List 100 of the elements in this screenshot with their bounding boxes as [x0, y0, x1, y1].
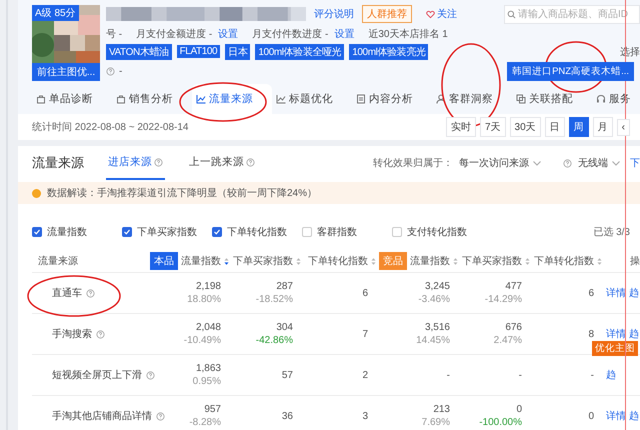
- set-link[interactable]: 设置: [218, 26, 238, 40]
- info-label: 号 -: [106, 28, 122, 40]
- action-link[interactable]: 趋: [629, 286, 639, 300]
- device-dropdown[interactable]: 无线端: [578, 156, 620, 170]
- metric-value: 2: [362, 370, 368, 380]
- search-icon: [507, 10, 516, 18]
- help-icon: [86, 288, 95, 298]
- attribution-dropdown[interactable]: 每一次访问来源: [459, 156, 541, 170]
- info-label: 近30天本店排名 1: [368, 28, 448, 40]
- tab[interactable]: 关联搭配: [512, 84, 592, 114]
- metric-value: 7: [362, 328, 368, 340]
- sort-icon[interactable]: [224, 256, 229, 266]
- alert-text: 数据解读：手淘推荐渠道引流下降明显（较前一周下降24%）: [47, 186, 318, 200]
- period-button[interactable]: 实时: [446, 117, 476, 137]
- change-value: 2.47%: [494, 335, 522, 346]
- change-value: -8.28%: [189, 417, 221, 428]
- action-link[interactable]: 详情: [606, 409, 626, 423]
- tab[interactable]: 销售分析: [112, 84, 192, 114]
- checkbox-label: 支付转化指数: [407, 226, 467, 239]
- info-label: 月支付件数进度 -: [252, 28, 328, 40]
- attribution-label: 转化效果归属于：: [373, 156, 453, 170]
- metric-value: 57: [282, 370, 293, 380]
- line-chart-icon: [196, 94, 206, 104]
- metric-value: 957: [204, 404, 221, 415]
- source-name: 手淘搜索: [52, 328, 92, 341]
- set-link[interactable]: 设置: [334, 26, 354, 40]
- change-value: -100.00%: [479, 417, 522, 428]
- checkbox[interactable]: [122, 227, 132, 237]
- metric-value: 213: [433, 404, 450, 415]
- change-value: -42.86%: [256, 335, 293, 346]
- tab[interactable]: 内容分析: [352, 84, 432, 114]
- checkbox[interactable]: [212, 227, 222, 237]
- action-link[interactable]: 趋: [629, 327, 639, 341]
- tag: FLAT100: [176, 45, 220, 58]
- metric-value: 304: [276, 322, 293, 333]
- change-value: -10.49%: [184, 335, 221, 346]
- action-link[interactable]: 趋: [606, 368, 616, 382]
- column-badge: 本品: [150, 252, 178, 270]
- metric-value: 1,863: [196, 363, 221, 374]
- crowd-button[interactable]: 人群推荐: [362, 5, 412, 23]
- help-icon: [246, 158, 255, 166]
- period-button[interactable]: 周: [568, 117, 589, 137]
- source-name: 直通车: [52, 286, 82, 300]
- heart-icon: [426, 10, 435, 18]
- tab[interactable]: 标题优化: [272, 84, 352, 114]
- metric-value: 2,198: [196, 281, 221, 292]
- warning-icon: [32, 188, 41, 198]
- change-value: 7.69%: [422, 417, 450, 428]
- help-icon: [106, 66, 115, 76]
- metric-value: 0: [588, 410, 594, 422]
- subtab[interactable]: 进店来源: [106, 146, 165, 180]
- score-link[interactable]: 评分说明: [314, 7, 354, 21]
- help-icon: [96, 330, 105, 338]
- help-icon: [154, 158, 163, 166]
- action-link[interactable]: 趋: [629, 409, 639, 423]
- column-header: 流量来源: [38, 254, 78, 268]
- download-link[interactable]: 下: [630, 156, 640, 170]
- subtab[interactable]: 上一跳来源: [187, 146, 257, 180]
- column-badge: 竞品: [379, 252, 407, 270]
- metric-value: -: [446, 370, 450, 380]
- metric-value: -: [518, 370, 522, 380]
- go-button[interactable]: 前往主图优...: [32, 63, 100, 81]
- tab[interactable]: 客群洞察: [432, 84, 512, 114]
- metric-value: 2,048: [196, 322, 221, 333]
- optimize-badge[interactable]: 优化主图: [592, 341, 638, 356]
- checkbox[interactable]: [32, 227, 42, 237]
- checkbox-label: 流量指数: [47, 226, 87, 239]
- action-link[interactable]: 详情: [606, 286, 626, 300]
- metric-value: -: [590, 370, 594, 380]
- grade-badge: A级 85分: [32, 5, 79, 21]
- info-value: -: [119, 66, 122, 76]
- change-value: 14.45%: [416, 335, 450, 346]
- metric-value: 8: [588, 328, 594, 340]
- period-button[interactable]: 7天: [480, 117, 506, 137]
- follow-link[interactable]: 关注: [426, 7, 457, 21]
- column-header: 下单转化指数: [308, 254, 368, 268]
- tag: 100ml体验装亮光: [349, 44, 428, 60]
- tab[interactable]: 流量来源: [192, 84, 272, 114]
- period-button[interactable]: 月: [592, 117, 613, 137]
- metric-value: 477: [505, 281, 522, 292]
- action-link[interactable]: 详情: [606, 327, 626, 341]
- checkbox-label: 下单买家指数: [137, 226, 197, 239]
- metric-value: 3: [362, 410, 368, 422]
- user-icon: [436, 94, 446, 104]
- source-name: 手淘其他店铺商品详情: [52, 410, 152, 423]
- column-header: 下单转化指数: [534, 254, 594, 268]
- help-icon: [156, 412, 165, 420]
- bag-icon: [36, 94, 46, 104]
- metric-value: 3,245: [424, 281, 450, 292]
- period-button[interactable]: ‹: [616, 118, 630, 136]
- metric-value: 676: [505, 322, 522, 333]
- bag-icon: [116, 94, 126, 104]
- checkbox-label: 下单转化指数: [227, 226, 287, 239]
- period-button[interactable]: 30天: [510, 117, 541, 137]
- period-button[interactable]: 日: [544, 117, 565, 137]
- tab[interactable]: 单品诊断: [32, 84, 112, 114]
- tag: 100ml体验装全哑光: [255, 44, 344, 60]
- compare-button[interactable]: 韩国进口PNZ高硬表木蜡...: [507, 62, 634, 80]
- metric-value: 287: [276, 281, 293, 292]
- column-header: 流量指数: [410, 254, 450, 268]
